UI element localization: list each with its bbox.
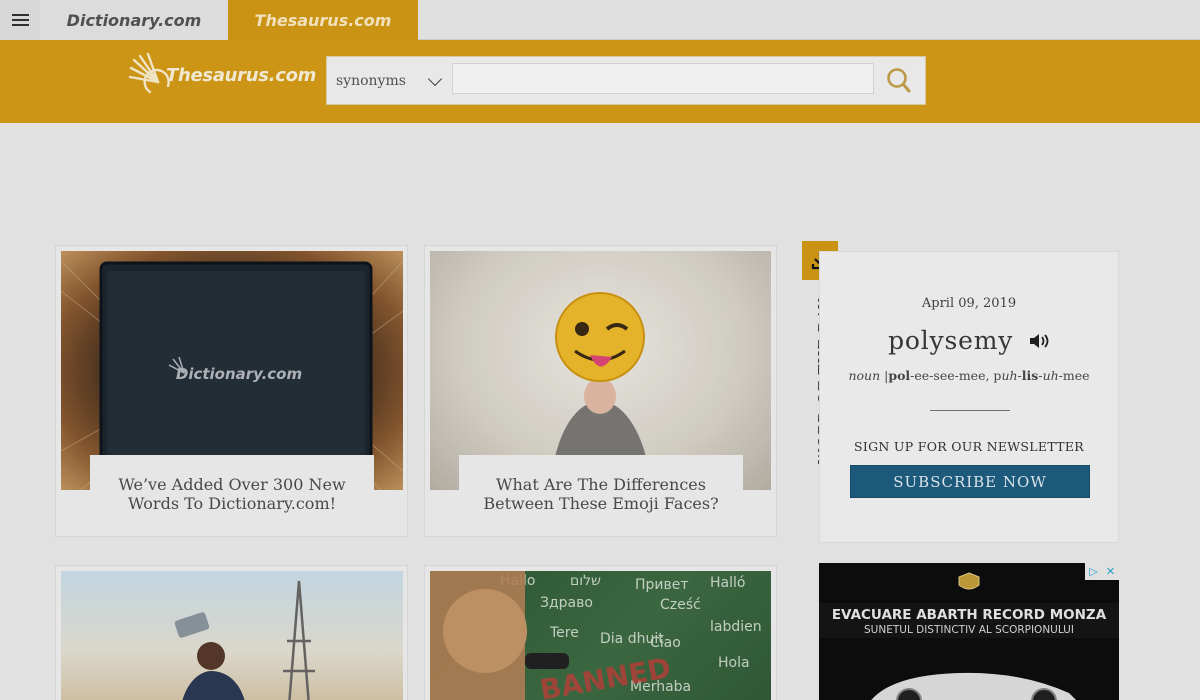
search-button[interactable] xyxy=(879,63,919,97)
wotd-pronunciation: noun |pol-ee-see-mee, puh-lis-uh-mee xyxy=(820,368,1118,383)
wotd-word-row: polysemy xyxy=(820,326,1118,355)
svg-text:Tere: Tere xyxy=(549,625,579,641)
ad-choices-bar[interactable]: ▷ ✕ xyxy=(1085,563,1119,580)
wotd-word[interactable]: polysemy xyxy=(888,326,1013,355)
svg-text:Halló: Halló xyxy=(710,575,745,591)
article-title[interactable]: We’ve Added Over 300 New Words To Dictio… xyxy=(90,455,374,533)
hamburger-menu-icon[interactable] xyxy=(0,0,40,40)
pron-stress: lis xyxy=(1021,368,1039,383)
article-image-languages-board[interactable]: HalloשלוםПриветHalló ЗдравоCześćlabdien … xyxy=(430,571,771,700)
wotd-date: April 09, 2019 xyxy=(921,296,1017,311)
article-card[interactable] xyxy=(55,565,408,700)
article-image-eiffel-tower[interactable] xyxy=(61,571,403,700)
ad-subline: SUNETUL DISTINCTIV AL SCORPIONULUI xyxy=(864,624,1074,636)
svg-text:Hola: Hola xyxy=(718,655,750,671)
pron-schwa: uh xyxy=(1001,368,1018,383)
wotd-part-of-speech: noun xyxy=(848,368,881,383)
word-of-the-day-card: April 09, 2019 polysemy noun |pol-ee-see… xyxy=(819,251,1119,543)
ad-choices-icon[interactable]: ▷ xyxy=(1085,563,1102,580)
speaker-icon[interactable] xyxy=(1028,332,1050,350)
tab-dictionary[interactable]: Dictionary.com xyxy=(40,0,228,40)
search-bar: synonyms xyxy=(326,56,926,105)
pron-schwa: uh xyxy=(1042,368,1059,383)
close-icon[interactable]: ✕ xyxy=(1102,563,1119,580)
subscribe-button[interactable]: SUBSCRIBE NOW xyxy=(850,465,1090,498)
eiffel-illustration xyxy=(174,580,315,700)
pron-text: -mee xyxy=(1058,368,1090,383)
search-input[interactable] xyxy=(452,63,874,94)
svg-text:Cześć: Cześć xyxy=(660,597,701,613)
svg-text:Здраво: Здраво xyxy=(540,595,593,611)
pron-stress: pol xyxy=(888,368,911,383)
svg-text:labdien: labdien xyxy=(710,619,762,635)
tab-thesaurus[interactable]: Thesaurus.com xyxy=(228,0,418,40)
thesaurus-logo[interactable]: Thesaurus.com xyxy=(128,52,316,98)
article-title[interactable]: What Are The Differences Between These E… xyxy=(459,455,743,533)
advertisement[interactable]: ▷ ✕ EVACUARE ABARTH RECORD MONZA SUNETUL… xyxy=(819,563,1119,700)
svg-text:שלום: שלום xyxy=(570,573,601,589)
svg-text:Привет: Привет xyxy=(635,577,689,593)
svg-text:Dictionary.com: Dictionary.com xyxy=(176,365,302,383)
search-icon xyxy=(887,68,911,93)
logo-text: Thesaurus.com xyxy=(166,65,317,86)
article-card[interactable]: HalloשלוםПриветHalló ЗдравоCześćlabdien … xyxy=(424,565,777,700)
article-card[interactable]: What Are The Differences Between These E… xyxy=(424,245,777,537)
divider xyxy=(930,410,1010,411)
chalkboard-illustration: HalloשלוםПриветHalló ЗдравоCześćlabdien … xyxy=(430,571,762,700)
ad-headline: EVACUARE ABARTH RECORD MONZA xyxy=(831,607,1107,623)
search-type-value: synonyms xyxy=(336,72,406,89)
svg-text:Ciao: Ciao xyxy=(650,635,681,651)
newsletter-heading: SIGN UP FOR OUR NEWSLETTER xyxy=(854,439,1084,454)
article-card[interactable]: Dictionary.com We’ve Added Over 300 New … xyxy=(55,245,408,537)
top-navigation-bar: Dictionary.com Thesaurus.com xyxy=(0,0,1200,40)
pron-text: -ee-see-mee, p xyxy=(910,368,1002,383)
